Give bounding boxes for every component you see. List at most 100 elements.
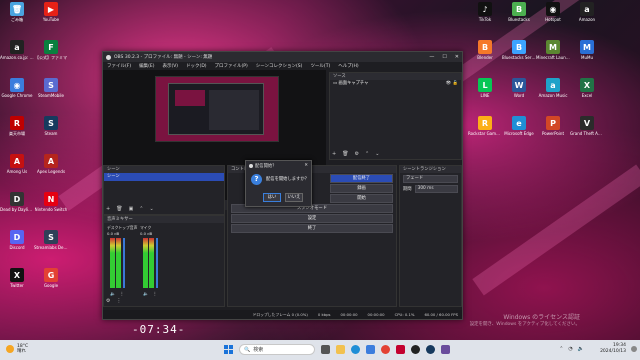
- volume-slider[interactable]: [156, 238, 158, 288]
- add-icon[interactable]: +: [332, 151, 336, 157]
- close-icon[interactable]: ✕: [455, 54, 459, 60]
- desktop-icon[interactable]: BBluestacks Services: [502, 40, 536, 60]
- settings-button[interactable]: 設定: [231, 214, 393, 223]
- desktop-icon[interactable]: W Word: [502, 78, 536, 98]
- desktop-icon[interactable]: a Amazon Music: [536, 78, 570, 98]
- notification-icon[interactable]: [631, 346, 637, 352]
- task-view-icon[interactable]: [321, 345, 330, 354]
- desktop-icon[interactable]: VGrand Theft Auto V: [570, 116, 604, 136]
- chrome-icon[interactable]: [381, 345, 390, 354]
- lock-icon[interactable]: 🔓: [453, 81, 458, 86]
- dialog-titlebar[interactable]: 配信開始？ ✕: [246, 161, 311, 170]
- sources-panel: ソース ▭ 画面キャプチャ 👁 🔓 + 🗑 ⚙ ⌃ ⌄: [329, 72, 462, 160]
- stop-stream-button[interactable]: 配信終了: [330, 174, 393, 183]
- weather-widget[interactable]: 18°C 晴れ: [6, 344, 28, 354]
- eye-icon[interactable]: 👁: [446, 81, 451, 86]
- desktop-icon[interactable]: G Google: [34, 268, 68, 288]
- down-icon[interactable]: ⌄: [150, 206, 154, 212]
- desktop-icon[interactable]: N Nintendo Switch: [34, 192, 68, 212]
- desktop-icon[interactable]: RRockstar Games Launcher: [468, 116, 502, 136]
- menu-item[interactable]: ツール(T): [310, 63, 330, 69]
- taskbar-search[interactable]: 🔍 検索: [239, 344, 315, 355]
- desktop-icon[interactable]: ♪ TikTok: [468, 2, 502, 22]
- wifi-icon[interactable]: ◔: [568, 346, 572, 352]
- desktop-icon[interactable]: A Apex Legends: [34, 154, 68, 174]
- transition-select[interactable]: フェード: [403, 175, 458, 183]
- yes-button[interactable]: はい: [263, 193, 281, 202]
- duration-input[interactable]: 300 ms: [414, 185, 458, 193]
- desktop-icon[interactable]: MMinecraft Launcher: [536, 40, 570, 60]
- taskbar-clock[interactable]: 19:34 2024/10/13: [600, 343, 626, 355]
- filter-icon[interactable]: ▣: [129, 206, 134, 212]
- desktop-icon[interactable]: M MuMu: [570, 40, 604, 60]
- channel-desktop-controls: 🔈 ⋮: [110, 292, 124, 297]
- close-icon[interactable]: ✕: [304, 163, 308, 168]
- desktop-icon[interactable]: X Twitter: [0, 268, 34, 288]
- desktop-icon[interactable]: D Discord: [0, 230, 34, 250]
- record-button[interactable]: 録画: [330, 184, 393, 193]
- steam-taskbar-icon[interactable]: [426, 345, 435, 354]
- exit-button[interactable]: 終了: [231, 224, 393, 233]
- add-icon[interactable]: +: [106, 206, 110, 212]
- trash-icon[interactable]: 🗑: [116, 206, 122, 212]
- desktop-icon[interactable]: B Blender: [468, 40, 502, 60]
- obs-titlebar[interactable]: OBS 30.2.3 - プロファイル: 無題 - シーン: 無題 — ☐ ✕: [103, 52, 462, 62]
- desktop-icon[interactable]: 🗑 ごみ箱: [0, 2, 34, 22]
- kebab-icon[interactable]: ⋮: [116, 298, 121, 304]
- maximize-icon[interactable]: ☐: [442, 54, 446, 60]
- minimize-icon[interactable]: —: [429, 54, 434, 60]
- desktop-icon[interactable]: P PowerPoint: [536, 116, 570, 136]
- desktop-icon[interactable]: a Amazon: [570, 2, 604, 22]
- scene-item[interactable]: シーン: [104, 173, 224, 181]
- desktop-icon[interactable]: ▶ YouTube: [34, 2, 68, 22]
- speaker-icon[interactable]: 🔈: [578, 346, 584, 352]
- menu-item[interactable]: 表示(V): [162, 63, 178, 69]
- down-icon[interactable]: ⌄: [375, 151, 379, 157]
- menu-item[interactable]: ドック(D): [186, 63, 206, 69]
- desktop-icon[interactable]: ◉ Hotspot: [536, 2, 570, 22]
- desktop-icon[interactable]: D Dead by Daylight: [0, 192, 34, 212]
- desktop-icon[interactable]: F 【公式】ファミマ: [34, 40, 68, 60]
- desktop-icon[interactable]: S Steam: [34, 116, 68, 136]
- desktop-icon[interactable]: A Among Us: [0, 154, 34, 174]
- desktop-icon-label: Streamlabs Desktop: [34, 245, 68, 250]
- speaker-icon[interactable]: 🔈: [143, 292, 149, 297]
- store-icon[interactable]: [366, 345, 375, 354]
- menu-item[interactable]: プロファイル(P): [215, 63, 248, 69]
- start-button[interactable]: 開始: [330, 194, 393, 203]
- windows-start-icon[interactable]: [224, 345, 233, 354]
- desktop-icon[interactable]: X Excel: [570, 78, 604, 98]
- angular-icon[interactable]: [396, 345, 405, 354]
- up-icon[interactable]: ⌃: [139, 206, 143, 212]
- gear-icon[interactable]: ⚙: [355, 151, 359, 157]
- desktop-icon[interactable]: L LINE: [468, 78, 502, 98]
- desktop-icon[interactable]: ◉ Google Chrome: [0, 78, 34, 98]
- menu-item[interactable]: 編集(E): [139, 63, 154, 69]
- desktop-icon[interactable]: R 楽天市場: [0, 116, 34, 136]
- speaker-icon[interactable]: 🔈: [110, 292, 116, 297]
- desktop-icon[interactable]: e Microsoft Edge: [502, 116, 536, 136]
- file-explorer-icon[interactable]: [336, 345, 345, 354]
- chevron-up-icon[interactable]: ⌃: [559, 346, 563, 352]
- kebab-icon[interactable]: ⋮: [153, 292, 158, 297]
- trash-icon[interactable]: 🗑: [342, 151, 348, 157]
- desktop-icon[interactable]: aAmazon.co.jp: 暮らし: [0, 40, 34, 60]
- edge-icon[interactable]: [351, 345, 360, 354]
- desktop-icon[interactable]: SStreamlabs Desktop: [34, 230, 68, 250]
- menu-item[interactable]: ヘルプ(H): [338, 63, 358, 69]
- desktop-icon[interactable]: B Bluestacks: [502, 2, 536, 22]
- kebab-icon[interactable]: ⋮: [120, 292, 125, 297]
- nested-panel: [209, 90, 259, 130]
- menu-item[interactable]: シーンコレクション(S): [256, 63, 303, 69]
- no-button[interactable]: いいえ: [285, 193, 303, 202]
- gear-icon[interactable]: ⚙: [106, 298, 110, 304]
- source-item[interactable]: ▭ 画面キャプチャ 👁 🔓: [330, 80, 461, 88]
- volume-slider[interactable]: [123, 238, 125, 288]
- app-taskbar-icon[interactable]: [441, 345, 450, 354]
- menu-item[interactable]: ファイル(F): [107, 63, 131, 69]
- app-icon: D: [10, 192, 24, 206]
- obs-taskbar-icon[interactable]: [411, 345, 420, 354]
- up-icon[interactable]: ⌃: [365, 151, 369, 157]
- scenes-footer: + 🗑 ▣ ⌃ ⌄: [106, 206, 154, 212]
- desktop-icon[interactable]: S SteamMobile: [34, 78, 68, 98]
